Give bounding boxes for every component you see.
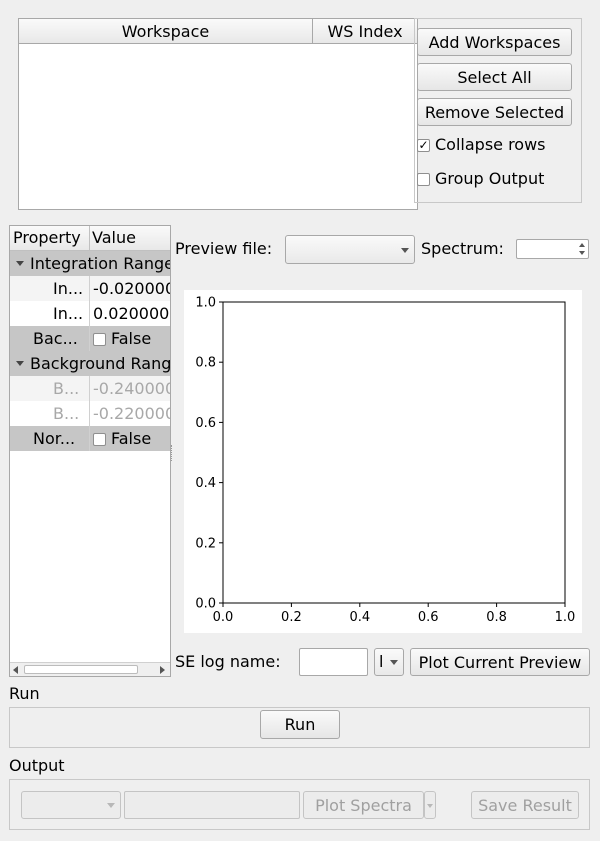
se-log-name-label: SE log name: — [175, 652, 281, 671]
plot-spectra-button[interactable]: Plot Spectra — [303, 791, 424, 819]
plot-canvas[interactable]: 0.0 0.2 0.4 0.6 0.8 1.0 0.0 0.2 0.4 0.6 0.8 1.0 — [184, 290, 582, 633]
property-row-background-start: B... -0.240000 — [10, 376, 170, 401]
scrollbar-thumb[interactable] — [24, 665, 138, 674]
column-header-workspace-label: Workspace — [121, 21, 210, 41]
run-section-title: Run — [9, 684, 40, 703]
y-tick-label: 1.0 — [195, 296, 216, 311]
property-value: -0.240000 — [93, 379, 170, 398]
preview-file-combobox[interactable] — [285, 235, 415, 264]
property-value-cell: False — [90, 426, 170, 451]
spectrum-label: Spectrum: — [421, 239, 504, 258]
y-tick-label: 0.4 — [195, 476, 216, 491]
collapse-rows-label: Collapse rows — [435, 135, 546, 154]
remove-selected-button[interactable]: Remove Selected — [417, 98, 572, 126]
horizontal-scrollbar[interactable] — [10, 662, 170, 676]
select-all-label: Select All — [457, 67, 532, 87]
property-browser[interactable]: Property Value Integration Range In... -… — [9, 225, 171, 677]
column-header-workspace[interactable]: Workspace — [19, 19, 313, 43]
property-name: In... — [10, 276, 90, 301]
remove-selected-label: Remove Selected — [424, 102, 565, 122]
normalise-checkbox[interactable] — [93, 433, 106, 446]
property-name: In... — [10, 301, 90, 326]
x-tick-label: 0.0 — [213, 610, 234, 625]
run-button[interactable]: Run — [260, 710, 340, 739]
spin-up-icon[interactable] — [579, 243, 585, 247]
property-value-cell: False — [90, 326, 170, 351]
property-row-normalise[interactable]: Nor... False — [10, 426, 170, 451]
workspace-table[interactable]: Workspace WS Index — [18, 18, 418, 210]
property-group-label-wrap: Integration Range — [10, 251, 170, 276]
column-header-ws-index-label: WS Index — [327, 21, 403, 41]
y-tick-label: 0.0 — [195, 597, 216, 612]
chevron-down-icon — [401, 247, 409, 253]
add-workspaces-button[interactable]: Add Workspaces — [417, 28, 572, 56]
output-workspace-combobox[interactable] — [21, 791, 121, 819]
save-result-button[interactable]: Save Result — [471, 791, 579, 819]
property-group-label: Background Range — [30, 354, 171, 373]
x-tick-label: 0.4 — [349, 610, 370, 625]
plot-current-preview-button[interactable]: Plot Current Preview — [410, 648, 590, 676]
se-log-function-combobox[interactable]: l — [374, 648, 404, 676]
splitter-handle[interactable] — [171, 445, 174, 461]
property-name: B... — [10, 401, 90, 426]
se-log-name-input[interactable] — [299, 648, 368, 676]
column-header-value[interactable]: Value — [90, 226, 170, 250]
output-text-field[interactable] — [124, 791, 300, 819]
property-name: Bac... — [10, 326, 90, 351]
scroll-right-icon[interactable] — [160, 666, 165, 674]
plot-spectra-label: Plot Spectra — [315, 795, 412, 815]
expand-arrow-icon[interactable] — [16, 261, 24, 266]
plot-axes-frame — [222, 301, 566, 604]
add-workspaces-label: Add Workspaces — [428, 32, 561, 52]
spectrum-spinbox[interactable] — [516, 239, 589, 259]
x-tick-label: 1.0 — [555, 610, 576, 625]
workspace-table-header: Workspace WS Index — [19, 19, 417, 44]
select-all-button[interactable]: Select All — [417, 63, 572, 91]
property-name: Nor... — [10, 426, 90, 451]
chevron-down-icon — [427, 804, 433, 808]
plot-current-preview-label: Plot Current Preview — [418, 652, 582, 672]
run-button-label: Run — [284, 715, 316, 734]
property-value: False — [111, 329, 152, 348]
property-group-label: Integration Range — [30, 254, 171, 273]
column-header-property-label: Property — [13, 228, 81, 247]
scroll-left-icon[interactable] — [13, 666, 18, 674]
property-group-label-wrap: Background Range — [10, 351, 170, 376]
column-header-ws-index[interactable]: WS Index — [313, 19, 417, 43]
property-value: False — [111, 429, 152, 448]
spin-down-icon[interactable] — [579, 251, 585, 255]
output-section-title: Output — [9, 756, 65, 775]
property-group-background-range[interactable]: Background Range — [10, 351, 170, 376]
property-value[interactable]: 0.020000 — [90, 301, 170, 326]
y-tick-label: 0.6 — [195, 416, 216, 431]
property-group-integration-range[interactable]: Integration Range — [10, 251, 170, 276]
y-tick-label: 0.2 — [195, 536, 216, 551]
property-row-background-subtraction[interactable]: Bac... False — [10, 326, 170, 351]
save-result-label: Save Result — [478, 795, 572, 815]
property-row-background-end: B... -0.220000 — [10, 401, 170, 426]
chevron-down-icon — [107, 803, 115, 808]
property-row-integration-end[interactable]: In... 0.020000 — [10, 301, 170, 326]
preview-plot: 0.0 0.2 0.4 0.6 0.8 1.0 0.0 0.2 0.4 0.6 0.8 1.0 — [195, 296, 576, 626]
column-header-value-label: Value — [92, 228, 136, 247]
y-tick-label: 0.8 — [195, 356, 216, 371]
chevron-down-icon — [390, 660, 398, 665]
property-value[interactable]: -0.020000 — [90, 276, 170, 301]
preview-file-label: Preview file: — [175, 239, 273, 258]
se-log-function-value: l — [379, 652, 384, 671]
property-browser-header: Property Value — [10, 226, 170, 251]
property-row-integration-start[interactable]: In... -0.020000 — [10, 276, 170, 301]
x-tick-label: 0.2 — [281, 610, 302, 625]
property-value: -0.220000 — [93, 404, 170, 423]
plot-options-dropdown-button[interactable] — [424, 791, 436, 819]
property-name: B... — [10, 376, 90, 401]
x-tick-label: 0.8 — [486, 610, 507, 625]
x-tick-label: 0.6 — [418, 610, 439, 625]
group-output-checkbox[interactable] — [417, 173, 430, 186]
column-header-property[interactable]: Property — [10, 226, 90, 250]
collapse-rows-checkbox[interactable]: ✓ — [417, 139, 430, 152]
background-subtraction-checkbox[interactable] — [93, 333, 106, 346]
expand-arrow-icon[interactable] — [16, 361, 24, 366]
group-output-label: Group Output — [435, 169, 545, 188]
